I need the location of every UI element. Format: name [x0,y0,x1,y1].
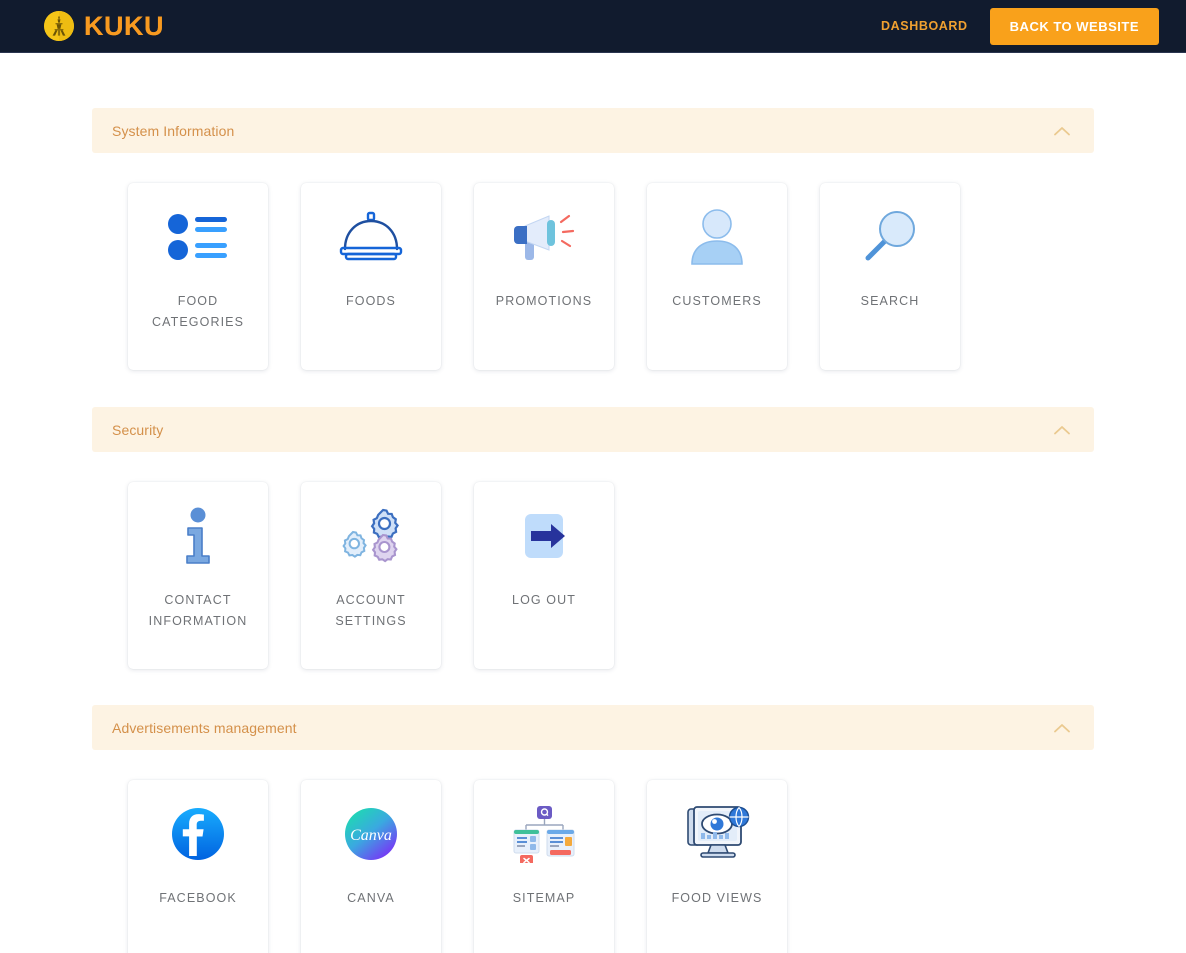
card-food-categories[interactable]: FOOD CATEGORIES [128,183,268,370]
info-icon [128,482,268,590]
monitor-eye-icon [647,780,787,888]
chevron-up-icon[interactable] [1052,121,1072,141]
card-foods[interactable]: FOODS [301,183,441,370]
canva-icon: Canva [301,780,441,888]
card-label: LOG OUT [512,593,576,607]
cards-row-system-information: FOOD CATEGORIES FOODS PROMOTIONS CUSTOME… [92,153,1094,370]
section-header-system-information[interactable]: System Information [92,108,1094,153]
magnifier-icon [820,183,960,291]
section-security: Security CONTACT INFORMATION ACCOUNT SET… [92,407,1094,669]
cards-row-advertisements-management: FACEBOOK Canva CANVA SITEMAP FOOD VIEWS [92,750,1094,953]
logout-arrow-icon [474,482,614,590]
card-label: CANVA [347,891,395,905]
card-label: PROMOTIONS [495,294,593,308]
list-icon [128,183,268,291]
card-label: CONTACT INFORMATION [148,593,248,628]
dashboard-link[interactable]: DASHBOARD [881,19,968,33]
card-contact-information[interactable]: CONTACT INFORMATION [128,482,268,669]
chevron-up-icon[interactable] [1052,420,1072,440]
card-label: FOODS [346,294,396,308]
section-system-information: System Information FOOD CATEGORIES FOODS… [92,108,1094,370]
cloche-icon [301,183,441,291]
card-canva[interactable]: Canva CANVA [301,780,441,953]
card-promotions[interactable]: PROMOTIONS [474,183,614,370]
card-log-out[interactable]: LOG OUT [474,482,614,669]
card-label: ACCOUNT SETTINGS [335,593,407,628]
card-facebook[interactable]: FACEBOOK [128,780,268,953]
top-navigation-bar: KUKU DASHBOARD BACK TO WEBSITE [0,0,1186,53]
chevron-up-icon[interactable] [1052,718,1072,738]
svg-text:Canva: Canva [350,827,392,844]
section-header-advertisements-management[interactable]: Advertisements management [92,705,1094,750]
card-label: SEARCH [860,294,920,308]
header-actions: DASHBOARD BACK TO WEBSITE [881,7,1159,45]
card-label: FOOD VIEWS [671,891,763,905]
megaphone-icon [474,183,614,291]
back-to-website-button[interactable]: BACK TO WEBSITE [989,7,1159,45]
card-label: FOOD CATEGORIES [151,294,245,329]
card-sitemap[interactable]: SITEMAP [474,780,614,953]
cards-row-security: CONTACT INFORMATION ACCOUNT SETTINGS LOG… [92,452,1094,669]
page-content: System Information FOOD CATEGORIES FOODS… [0,53,1186,953]
section-title: Advertisements management [112,719,297,736]
eiffel-tower-icon [44,11,74,41]
section-header-security[interactable]: Security [92,407,1094,452]
sitemap-icon [474,780,614,888]
content-container: System Information FOOD CATEGORIES FOODS… [92,108,1094,953]
user-icon [647,183,787,291]
facebook-icon [128,780,268,888]
card-search[interactable]: SEARCH [820,183,960,370]
brand-name: KUKU [84,10,164,41]
card-customers[interactable]: CUSTOMERS [647,183,787,370]
card-label: FACEBOOK [159,891,237,905]
gears-icon [301,482,441,590]
card-account-settings[interactable]: ACCOUNT SETTINGS [301,482,441,669]
card-label: CUSTOMERS [672,294,762,308]
brand-logo[interactable]: KUKU [44,11,164,42]
card-food-views[interactable]: FOOD VIEWS [647,780,787,953]
card-label: SITEMAP [512,891,576,905]
section-title: System Information [112,122,235,139]
section-advertisements-management: Advertisements management FACEBOOK Canva… [92,705,1094,953]
section-title: Security [112,421,164,438]
